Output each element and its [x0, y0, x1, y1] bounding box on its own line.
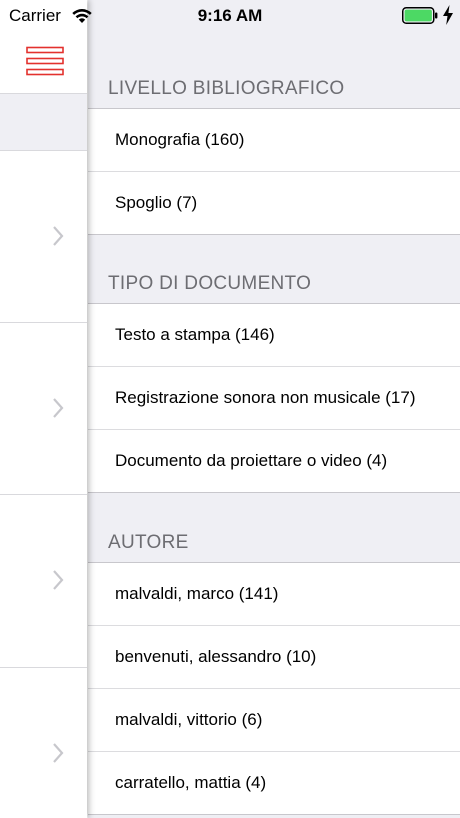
filter-label: Monografia (160)	[115, 130, 245, 149]
filter-row[interactable]: malvaldi, marco (141)	[88, 563, 460, 625]
bolt-icon	[443, 5, 453, 25]
filter-row[interactable]: Documento da proiettare o video (4)	[88, 429, 460, 492]
chevron-right-icon	[53, 570, 64, 590]
drawer-list-item[interactable]	[0, 668, 87, 818]
chevron-right-icon	[53, 743, 64, 763]
filter-panel: LIVELLO BIBLIOGRAFICO Monografia (160) S…	[88, 0, 460, 818]
filter-label: Spoglio (7)	[115, 193, 198, 212]
filter-label: Documento da proiettare o video (4)	[115, 451, 388, 470]
drawer-list-item[interactable]	[0, 151, 87, 322]
filter-row[interactable]: Registrazione sonora non musicale (17)	[88, 366, 460, 429]
filter-label: Registrazione sonora non musicale (17)	[115, 388, 416, 407]
section-group-tipo: Testo a stampa (146) Registrazione sonor…	[88, 303, 460, 493]
filter-row[interactable]: Spoglio (7)	[88, 171, 460, 234]
section-group-livello: Monografia (160) Spoglio (7)	[88, 108, 460, 235]
hamburger-icon[interactable]	[26, 46, 66, 76]
filter-row[interactable]: benvenuti, alessandro (10)	[88, 625, 460, 688]
drawer-list-item[interactable]	[0, 495, 87, 666]
section-header-tipo: TIPO DI DOCUMENTO	[108, 273, 312, 294]
filter-row[interactable]: carratello, mattia (4)	[88, 751, 460, 814]
status-bar: Carrier 9:16 AM	[0, 0, 460, 32]
filter-label: benvenuti, alessandro (10)	[115, 647, 317, 666]
section-header-autore: AUTORE	[108, 532, 189, 553]
filter-row[interactable]: malvaldi, vittorio (6)	[88, 688, 460, 751]
chevron-right-icon	[53, 226, 64, 246]
side-drawer	[0, 0, 87, 818]
filter-row[interactable]: Monografia (160)	[88, 109, 460, 171]
drawer-list-item[interactable]	[0, 323, 87, 494]
section-group-autore: malvaldi, marco (141) benvenuti, alessan…	[88, 562, 460, 815]
clock: 9:16 AM	[197, 6, 263, 25]
filter-label: Testo a stampa (146)	[115, 325, 275, 344]
filter-label: carratello, mattia (4)	[115, 773, 267, 792]
drawer-section-header	[0, 94, 87, 150]
battery-icon	[402, 7, 438, 24]
filter-label: malvaldi, marco (141)	[115, 584, 279, 603]
filter-row[interactable]: Testo a stampa (146)	[88, 304, 460, 366]
filter-label: malvaldi, vittorio (6)	[115, 710, 263, 729]
section-header-livello: LIVELLO BIBLIOGRAFICO	[108, 78, 345, 99]
chevron-right-icon	[53, 398, 64, 418]
